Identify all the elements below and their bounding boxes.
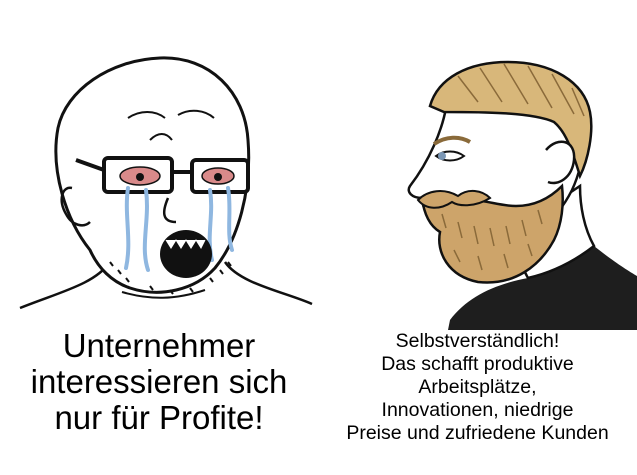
right-caption-line: Innovationen, niedrige [381, 399, 574, 421]
left-panel: Unternehmer interessieren sich nur für P… [0, 0, 318, 475]
right-caption-line: Arbeitsplätze, [418, 376, 537, 398]
left-caption-line: interessieren sich [30, 363, 288, 400]
left-caption-line: Unternehmer [62, 327, 256, 364]
right-caption: Selbstverständlich! Das schafft produkti… [318, 330, 637, 445]
left-caption: Unternehmer interessieren sich nur für P… [0, 328, 318, 436]
chad-drawing [407, 60, 637, 330]
right-panel: Selbstverständlich! Das schafft produkti… [318, 0, 637, 475]
right-caption-line: Selbstverständlich! [395, 330, 560, 352]
right-caption-line: Preise und zufriedene Kunden [346, 422, 609, 444]
left-caption-line: nur für Profite! [54, 399, 264, 436]
crying-wojak-drawing [19, 56, 313, 310]
right-caption-line: Das schafft produktive [381, 353, 574, 375]
wojak-mouth [160, 230, 212, 278]
